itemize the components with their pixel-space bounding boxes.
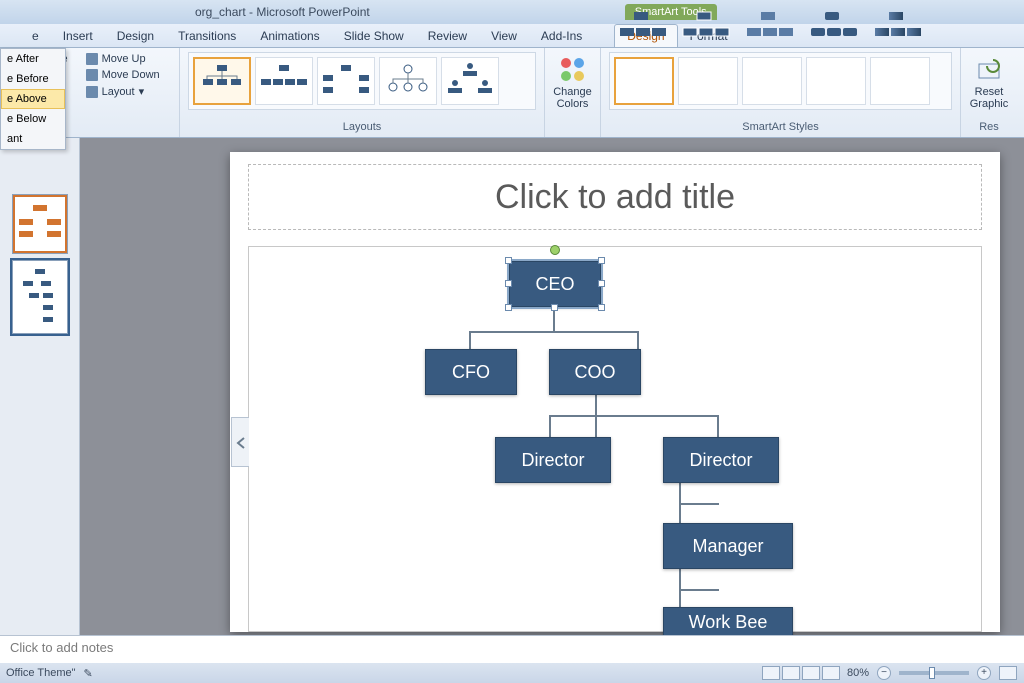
- layout-option-1[interactable]: [193, 57, 251, 105]
- reset-icon: [975, 56, 1003, 84]
- group-layouts: Layouts: [180, 48, 545, 137]
- zoom-level[interactable]: 80%: [847, 667, 869, 679]
- slide-thumbnail-2[interactable]: [12, 260, 68, 334]
- layout-option-5[interactable]: [441, 57, 499, 105]
- add-shape-after[interactable]: e After: [1, 49, 65, 69]
- spellcheck-icon[interactable]: ✎: [84, 667, 93, 680]
- status-bar: Office Theme" ✎ 80% − +: [0, 663, 1024, 683]
- work-area: Click to add title: [0, 138, 1024, 635]
- connector: [679, 589, 719, 591]
- resize-handle[interactable]: [598, 280, 605, 287]
- layouts-gallery[interactable]: [188, 52, 536, 110]
- tab-insert[interactable]: Insert: [51, 25, 105, 47]
- group-reset: Reset Graphic Res: [961, 48, 1017, 137]
- text-pane-toggle[interactable]: [231, 417, 249, 467]
- fit-to-window-button[interactable]: [999, 666, 1017, 680]
- connector: [717, 415, 719, 437]
- layout-button[interactable]: Layout ▾: [84, 84, 162, 99]
- move-up-button[interactable]: Move Up: [84, 52, 162, 66]
- title-placeholder[interactable]: Click to add title: [248, 164, 982, 230]
- zoom-out-button[interactable]: −: [877, 666, 891, 680]
- smartart-container[interactable]: CEO CFO COO Director Director Manager Wo: [248, 246, 982, 632]
- document-title: org_chart - Microsoft PowerPoint: [195, 5, 370, 19]
- layout-icon: [86, 86, 98, 98]
- org-node-ceo[interactable]: CEO: [509, 261, 601, 307]
- tab-home-partial[interactable]: e: [20, 25, 51, 47]
- group-change-colors: Change Colors: [545, 48, 601, 137]
- sorter-view-button[interactable]: [782, 666, 800, 680]
- connector: [637, 331, 639, 349]
- add-shape-below[interactable]: e Below: [1, 109, 65, 129]
- slide-canvas[interactable]: Click to add title: [80, 138, 1024, 635]
- rotate-handle[interactable]: [550, 245, 560, 255]
- layout-option-2[interactable]: [255, 57, 313, 105]
- connector: [469, 331, 471, 349]
- resize-handle[interactable]: [551, 304, 558, 311]
- arrow-up-icon: [86, 53, 98, 65]
- arrow-down-icon: [86, 69, 98, 81]
- resize-handle[interactable]: [505, 280, 512, 287]
- style-option-1[interactable]: [614, 57, 674, 105]
- layout-option-4[interactable]: [379, 57, 437, 105]
- style-option-4[interactable]: [806, 57, 866, 105]
- zoom-slider[interactable]: [899, 671, 969, 675]
- reading-view-button[interactable]: [802, 666, 820, 680]
- layout-option-3[interactable]: [317, 57, 375, 105]
- add-shape-dropdown[interactable]: e After e Before e Above e Below ant: [0, 48, 66, 150]
- org-node-workbee[interactable]: Work Bee: [663, 607, 793, 637]
- notes-pane[interactable]: Click to add notes: [0, 635, 1024, 663]
- ribbon: Promote o Left phic Move Up Move Down La…: [0, 48, 1024, 138]
- slide[interactable]: Click to add title: [230, 152, 1000, 632]
- zoom-slider-thumb[interactable]: [929, 667, 935, 679]
- slide-thumbnail-1[interactable]: [12, 194, 68, 254]
- org-chart: CEO CFO COO Director Director Manager Wo: [249, 247, 981, 631]
- add-shape-before[interactable]: e Before: [1, 69, 65, 89]
- resize-handle[interactable]: [598, 304, 605, 311]
- reset-graphic-button[interactable]: Reset Graphic: [969, 52, 1009, 114]
- tab-transitions[interactable]: Transitions: [166, 25, 248, 47]
- org-node-coo[interactable]: COO: [549, 349, 641, 395]
- tab-animations[interactable]: Animations: [248, 25, 331, 47]
- org-node-cfo[interactable]: CFO: [425, 349, 517, 395]
- add-assistant[interactable]: ant: [1, 129, 65, 149]
- style-option-3[interactable]: [742, 57, 802, 105]
- resize-handle[interactable]: [505, 257, 512, 264]
- resize-handle[interactable]: [598, 257, 605, 264]
- styles-group-label: SmartArt Styles: [609, 121, 952, 133]
- group-smartart-styles: SmartArt Styles: [601, 48, 961, 137]
- connector: [549, 415, 551, 437]
- connector: [469, 331, 639, 333]
- style-option-5[interactable]: [870, 57, 930, 105]
- connector: [679, 503, 719, 505]
- layouts-group-label: Layouts: [188, 121, 536, 133]
- resize-handle[interactable]: [505, 304, 512, 311]
- org-node-director-1[interactable]: Director: [495, 437, 611, 483]
- notes-placeholder: Click to add notes: [10, 640, 113, 655]
- slide-panel[interactable]: [0, 138, 80, 635]
- move-down-button[interactable]: Move Down: [84, 68, 162, 82]
- org-node-manager[interactable]: Manager: [663, 523, 793, 569]
- connector: [549, 415, 719, 417]
- slideshow-view-button[interactable]: [822, 666, 840, 680]
- tab-design[interactable]: Design: [105, 25, 166, 47]
- colors-icon: [559, 56, 587, 84]
- theme-label: Office Theme": [6, 667, 76, 679]
- style-option-2[interactable]: [678, 57, 738, 105]
- zoom-in-button[interactable]: +: [977, 666, 991, 680]
- styles-gallery[interactable]: [609, 52, 952, 110]
- tab-slideshow[interactable]: Slide Show: [332, 25, 416, 47]
- tab-view[interactable]: View: [479, 25, 529, 47]
- normal-view-button[interactable]: [762, 666, 780, 680]
- org-node-director-2[interactable]: Director: [663, 437, 779, 483]
- add-shape-above[interactable]: e Above: [1, 89, 65, 109]
- tab-addins[interactable]: Add-Ins: [529, 25, 594, 47]
- tab-review[interactable]: Review: [416, 25, 479, 47]
- change-colors-button[interactable]: Change Colors: [553, 52, 592, 114]
